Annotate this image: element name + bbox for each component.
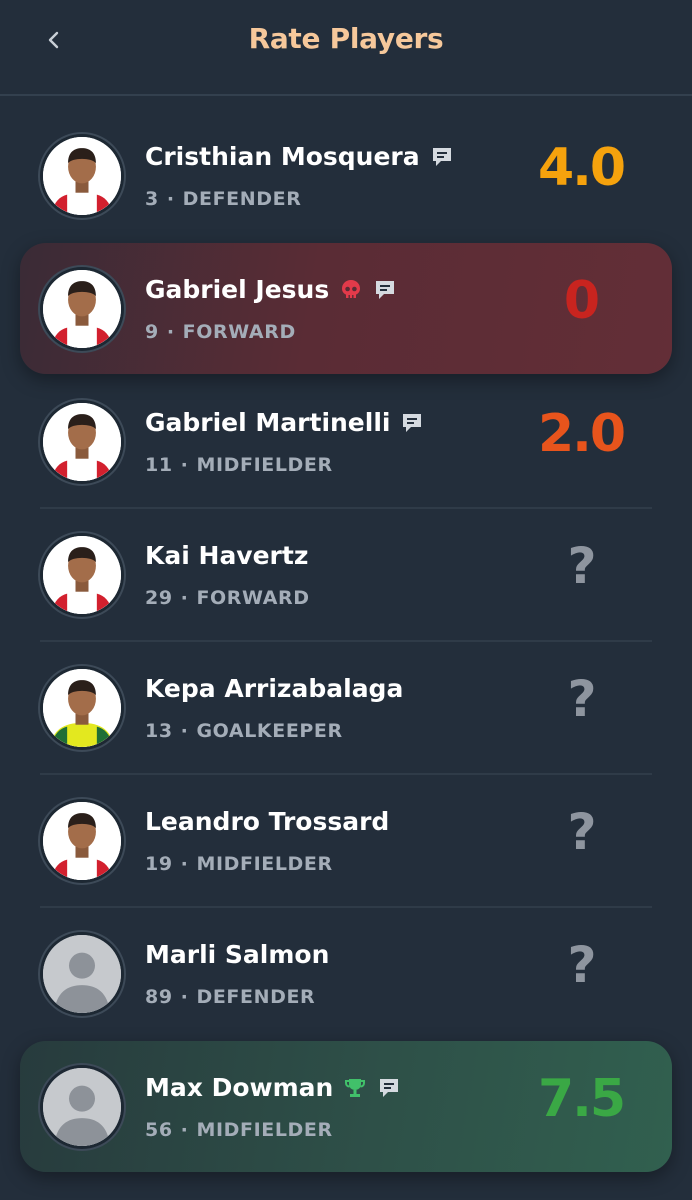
player-row[interactable]: Kepa Arrizabalaga 13 · GOALKEEPER? [20, 642, 672, 773]
player-position: FORWARD [182, 321, 296, 343]
avatar [40, 400, 124, 484]
meta-separator: · [180, 853, 189, 875]
rate-prompt[interactable]: ? [516, 537, 646, 595]
player-name-line: Kai Havertz [145, 541, 308, 570]
player-row[interactable]: Kai Havertz 29 · FORWARD? [20, 509, 672, 640]
meta-separator: · [166, 321, 175, 343]
rate-prompt[interactable]: ? [516, 936, 646, 994]
rating-score[interactable]: 2.0 [516, 404, 646, 464]
rating-score[interactable]: 0 [516, 271, 646, 331]
player-name: Max Dowman [145, 1073, 334, 1102]
player-name: Kai Havertz [145, 541, 309, 570]
skull-icon [342, 279, 361, 298]
player-number: 9 [145, 321, 159, 343]
player-row[interactable]: Leandro Trossard 19 · MIDFIELDER? [20, 775, 672, 906]
comment-icon[interactable] [430, 145, 454, 169]
rating-score[interactable]: 4.0 [516, 138, 646, 198]
rating-score[interactable]: 7.5 [516, 1069, 646, 1129]
player-meta: 13 · GOALKEEPER [145, 720, 343, 742]
player-number: 29 [145, 587, 173, 609]
player-number: 56 [145, 1119, 173, 1141]
comment-icon[interactable] [377, 1076, 401, 1100]
player-position: DEFENDER [196, 986, 316, 1008]
player-meta: 19 · MIDFIELDER [145, 853, 333, 875]
player-number: 3 [145, 188, 159, 210]
avatar [40, 799, 124, 883]
player-meta: 56 · MIDFIELDER [145, 1119, 333, 1141]
meta-separator: · [166, 188, 175, 210]
player-list: Cristhian Mosquera 3 · DEFENDER 4.0 Gabriel J… [0, 110, 692, 1172]
player-row[interactable]: Gabriel Martinelli 11 · MIDFIELDER 2.0 [20, 376, 672, 507]
trophy-icon [345, 1078, 366, 1097]
rate-prompt[interactable]: ? [516, 803, 646, 861]
player-name: Gabriel Martinelli [145, 408, 391, 437]
player-photo [43, 403, 121, 481]
player-name-line: Max Dowman [145, 1073, 401, 1102]
player-name: Leandro Trossard [145, 807, 390, 836]
player-position: MIDFIELDER [196, 853, 333, 875]
player-name: Marli Salmon [145, 940, 330, 969]
avatar [40, 134, 124, 218]
player-photo [43, 137, 121, 215]
player-photo [43, 270, 121, 348]
player-position: FORWARD [196, 587, 310, 609]
avatar [40, 533, 124, 617]
player-row[interactable]: Cristhian Mosquera 3 · DEFENDER 4.0 [20, 110, 672, 241]
player-row[interactable]: Gabriel Jesus 9 · FORWARD 0 [20, 243, 672, 374]
player-name-line: Gabriel Jesus [145, 275, 397, 304]
player-photo [43, 669, 121, 747]
player-position: MIDFIELDER [196, 1119, 333, 1141]
player-meta: 11 · MIDFIELDER [145, 454, 333, 476]
player-name: Cristhian Mosquera [145, 142, 420, 171]
page-title: Rate Players [248, 22, 444, 55]
player-row[interactable]: Marli Salmon 89 · DEFENDER? [20, 908, 672, 1039]
player-name-line: Marli Salmon [145, 940, 329, 969]
player-meta: 9 · FORWARD [145, 321, 296, 343]
player-meta: 89 · DEFENDER [145, 986, 315, 1008]
avatar-silhouette [43, 935, 121, 1013]
player-name: Kepa Arrizabalaga [145, 674, 404, 703]
meta-separator: · [180, 1119, 189, 1141]
player-name-line: Kepa Arrizabalaga [145, 674, 403, 703]
player-name-line: Gabriel Martinelli [145, 408, 424, 437]
player-name-line: Leandro Trossard [145, 807, 389, 836]
player-name-line: Cristhian Mosquera [145, 142, 454, 171]
player-number: 13 [145, 720, 173, 742]
player-meta: 29 · FORWARD [145, 587, 310, 609]
avatar [40, 1065, 124, 1149]
meta-separator: · [180, 454, 189, 476]
player-meta: 3 · DEFENDER [145, 188, 301, 210]
meta-separator: · [180, 986, 189, 1008]
player-name: Gabriel Jesus [145, 275, 330, 304]
player-position: DEFENDER [182, 188, 302, 210]
top-bar: Rate Players [0, 0, 692, 96]
player-position: GOALKEEPER [196, 720, 343, 742]
avatar [40, 267, 124, 351]
player-position: MIDFIELDER [196, 454, 333, 476]
player-number: 19 [145, 853, 173, 875]
meta-separator: · [180, 587, 189, 609]
avatar-silhouette [43, 1068, 121, 1146]
player-photo [43, 536, 121, 614]
meta-separator: · [180, 720, 189, 742]
player-photo [43, 802, 121, 880]
avatar [40, 932, 124, 1016]
rate-prompt[interactable]: ? [516, 670, 646, 728]
avatar [40, 666, 124, 750]
player-number: 11 [145, 454, 173, 476]
comment-icon[interactable] [400, 411, 424, 435]
player-row[interactable]: Max Dowman 56 · MIDFIELDER 7.5 [20, 1041, 672, 1172]
comment-icon[interactable] [373, 278, 397, 302]
player-number: 89 [145, 986, 173, 1008]
